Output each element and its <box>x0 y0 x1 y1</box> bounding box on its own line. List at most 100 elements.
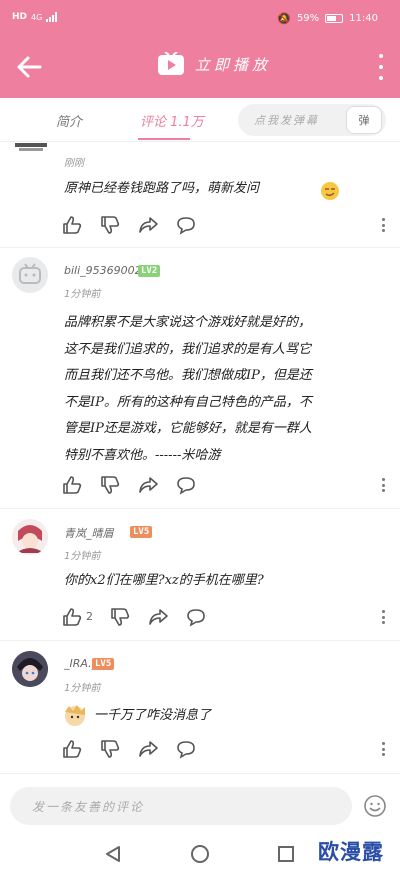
danmaku-button-label: 弹 <box>358 114 370 127</box>
mute-icon: 🔕 <box>277 12 291 25</box>
thumbs-down-icon <box>101 740 120 758</box>
reply-button[interactable] <box>176 739 196 759</box>
divider <box>0 508 400 509</box>
thumbs-up-icon <box>63 476 82 494</box>
nav-recents-icon[interactable] <box>278 846 294 862</box>
thumbs-up-icon <box>63 740 82 758</box>
share-button[interactable] <box>148 607 168 627</box>
comment-text-line: 品牌积累不是大家说这个游戏好就是好的， <box>64 315 312 330</box>
dislike-button[interactable] <box>100 215 120 235</box>
avatar[interactable] <box>12 257 48 293</box>
chat-bubble-icon <box>187 609 205 627</box>
comment-time: 刚刚 <box>64 158 84 169</box>
thumbs-down-icon <box>101 216 120 234</box>
reply-button[interactable] <box>176 215 196 235</box>
reply-button[interactable] <box>186 607 206 627</box>
level-badge: LV5 <box>130 526 153 538</box>
back-button[interactable] <box>14 53 44 81</box>
avatar[interactable] <box>12 651 48 687</box>
comment-actions <box>62 215 386 235</box>
avatar-illustration <box>12 519 48 555</box>
comment-input[interactable]: 发一条友善的评论 <box>10 787 352 825</box>
watermark: 欧漫露 <box>318 840 384 864</box>
sticker-icon <box>65 705 85 726</box>
share-button[interactable] <box>138 739 158 759</box>
thumbs-up-icon <box>63 608 82 626</box>
thumbs-up-icon <box>63 216 82 234</box>
tv-play-icon <box>158 52 184 75</box>
nav-back-icon[interactable] <box>104 845 122 863</box>
reply-button[interactable] <box>176 475 196 495</box>
more-options-button[interactable] <box>376 54 386 80</box>
comment-more-button[interactable] <box>382 218 386 232</box>
arrow-left-icon <box>17 56 42 78</box>
chat-bubble-icon <box>177 217 195 235</box>
divider <box>0 640 400 641</box>
comment-time: 1分钟前 <box>64 289 101 300</box>
chat-bubble-icon <box>177 477 195 495</box>
like-count: 2 <box>86 610 93 623</box>
play-now-button[interactable]: 立即播放 <box>157 52 271 76</box>
comment-more-button[interactable] <box>382 742 386 756</box>
comment-list[interactable]: 刚刚 原神已经卷钱跑路了吗，萌新发问 bili_9536900228 LV2 1… <box>0 143 400 771</box>
speed-indicator: 4G <box>31 12 43 22</box>
header: 立即播放 <box>0 36 400 98</box>
tab-intro[interactable]: 简介 <box>56 111 82 130</box>
comment-text: 一千万了咋没消息了 <box>94 708 212 723</box>
username[interactable]: 青岚_晴眉 <box>64 525 114 541</box>
comment-actions <box>62 739 386 759</box>
status-bar: HD 4G 🔕 59% 11:40 <box>0 0 400 36</box>
nav-home-icon[interactable] <box>191 845 209 863</box>
comment-text-line: 管是IP还是游戏，它能够好，就是有一群人 <box>64 421 312 436</box>
share-button[interactable] <box>138 215 158 235</box>
share-icon <box>139 477 158 493</box>
thumbs-down-icon <box>111 608 130 626</box>
comment-text-line: 这不是我们追求的，我们追求的是有人骂它 <box>64 341 312 357</box>
avatar[interactable] <box>15 143 47 153</box>
tab-comments[interactable]: 评论 1.1万 <box>140 111 204 130</box>
comment-text: 原神已经卷钱跑路了吗，萌新发问 <box>64 181 260 196</box>
like-button[interactable] <box>62 215 82 235</box>
battery-percent: 59% <box>296 13 320 24</box>
comment-actions <box>62 475 386 495</box>
share-icon <box>149 609 168 625</box>
default-avatar-icon <box>19 263 41 284</box>
signal-icon <box>46 12 58 22</box>
emoji-icon[interactable] <box>363 794 387 818</box>
emoji-icon <box>321 182 339 200</box>
comment-text-line: 而且我们还不鸟他。我们想做成IP，但是还 <box>64 368 312 383</box>
comment-text: 你的x2们在哪里?xz的手机在哪里? <box>64 573 264 588</box>
header-title: 立即播放 <box>195 55 272 74</box>
level-badge: LV2 <box>138 265 161 277</box>
comment-input-bar: 发一条友善的评论 <box>0 773 400 831</box>
dislike-button[interactable] <box>110 607 130 627</box>
active-tab-indicator <box>138 138 190 140</box>
share-button[interactable] <box>138 475 158 495</box>
danmaku-toggle-button[interactable]: 弹 <box>346 106 382 134</box>
comment-input-placeholder: 发一条友善的评论 <box>32 800 145 814</box>
like-button[interactable] <box>62 607 82 627</box>
danmaku-input[interactable]: 点我发弹幕 弹 <box>238 104 386 136</box>
divider <box>0 247 400 248</box>
like-button[interactable] <box>62 475 82 495</box>
level-badge: LV5 <box>92 658 115 670</box>
chat-bubble-icon <box>177 741 195 759</box>
comment-more-button[interactable] <box>382 610 386 624</box>
comment-time: 1分钟前 <box>64 683 101 694</box>
avatar[interactable] <box>12 519 48 555</box>
dislike-button[interactable] <box>100 739 120 759</box>
clock: 11:40 <box>349 13 378 24</box>
network-indicator: HD <box>12 12 28 22</box>
dislike-button[interactable] <box>100 475 120 495</box>
thumbs-down-icon <box>101 476 120 494</box>
share-icon <box>139 217 158 233</box>
comment-actions: 2 <box>62 607 386 627</box>
comment-more-button[interactable] <box>382 478 386 492</box>
comment-text-line: 特别不喜欢他。------米哈游 <box>64 447 221 463</box>
avatar-illustration <box>12 651 48 687</box>
danmaku-placeholder: 点我发弹幕 <box>254 114 319 127</box>
comment-text-line: 不是IP。所有的这种有自己特色的产品，不 <box>64 394 312 410</box>
comment-time: 1分钟前 <box>64 551 101 562</box>
share-icon <box>139 741 158 757</box>
like-button[interactable] <box>62 739 82 759</box>
